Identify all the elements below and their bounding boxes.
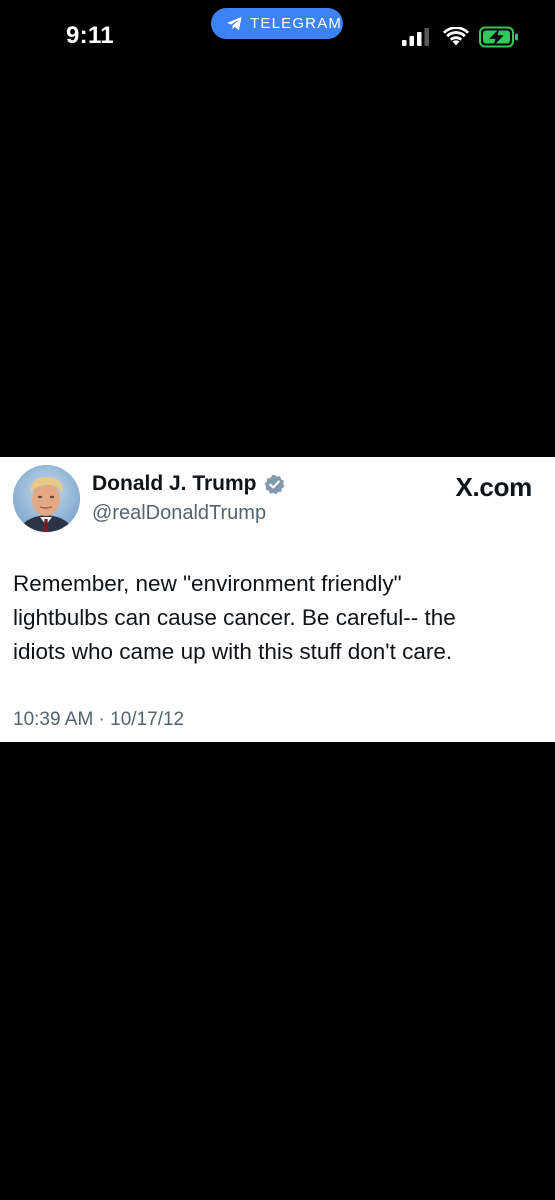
status-time: 9:11 xyxy=(66,22,114,49)
tweet-timestamp: 10:39 AM · 10/17/12 xyxy=(13,709,185,730)
avatar-portrait-icon xyxy=(13,465,80,532)
author-name-row: Donald J. Trump xyxy=(92,472,285,496)
status-icons xyxy=(402,24,519,50)
author-handle[interactable]: @realDonaldTrump xyxy=(92,502,266,525)
tweet-card: Donald J. Trump @realDonaldTrump X.com R… xyxy=(0,457,555,742)
tweet-text-line: idiots who came up with this stuff don't… xyxy=(13,639,453,664)
tweet-text: Remember, new "environment friendly" lig… xyxy=(13,567,541,669)
battery-charging-icon xyxy=(479,26,518,48)
tweet-text-line: lightbulbs can cause cancer. Be careful-… xyxy=(13,605,456,630)
wifi-icon xyxy=(443,27,469,46)
brand-logo: X.com xyxy=(455,472,532,502)
verified-badge-icon xyxy=(264,474,284,494)
telegram-plane-icon xyxy=(226,17,242,31)
cellular-signal-icon xyxy=(402,28,429,46)
telegram-return-pill[interactable]: TELEGRAM xyxy=(211,8,343,39)
telegram-pill-label: TELEGRAM xyxy=(250,15,343,32)
tweet-text-line: Remember, new "environment friendly" xyxy=(13,571,402,596)
avatar[interactable] xyxy=(13,465,80,532)
author-name[interactable]: Donald J. Trump xyxy=(92,472,257,496)
status-bar: 9:11 TELEGRAM xyxy=(0,0,555,70)
